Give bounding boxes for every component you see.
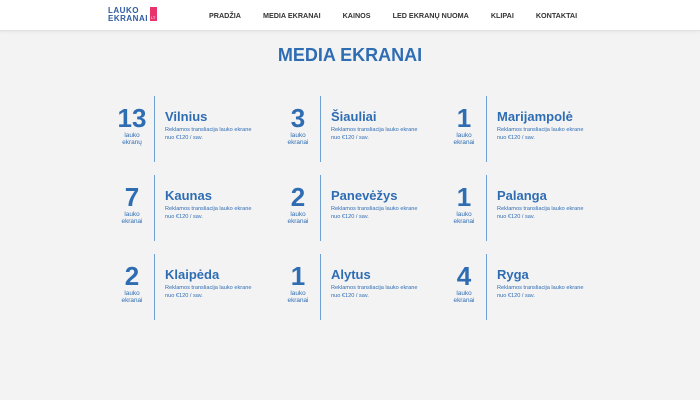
screen-count: 1 lauko ekranai <box>442 175 486 254</box>
city-description: Reklamos transliacija lauko ekrane <box>165 127 252 133</box>
screen-count-number: 4 <box>456 261 472 291</box>
city-card-palanga[interactable]: 1 lauko ekranai Palanga Reklamos transli… <box>442 175 590 254</box>
city-info: Vilnius Reklamos transliacija lauko ekra… <box>155 96 251 175</box>
screen-count-label: lauko ekranai <box>453 290 475 304</box>
city-price: nuo €120 / sav. <box>165 292 203 299</box>
logo-mark: LT <box>149 7 157 21</box>
city-card-vilnius[interactable]: 13 lauko ekranų Vilnius Reklamos transli… <box>110 96 276 175</box>
city-price: nuo €120 / sav. <box>331 292 369 299</box>
city-card-kaunas[interactable]: 7 lauko ekranai Kaunas Reklamos translia… <box>110 175 276 254</box>
city-name[interactable]: Panevėžys <box>331 188 417 203</box>
city-description: Reklamos transliacija lauko ekrane <box>497 127 584 133</box>
logo-line-2: EKRANAI <box>108 14 148 23</box>
screen-count: 7 lauko ekranai <box>110 175 154 254</box>
nav-item-media-ekranai[interactable]: MEDIA EKRANAI <box>263 11 321 20</box>
city-price: nuo €120 / sav. <box>497 134 535 141</box>
city-info: Alytus Reklamos transliacija lauko ekran… <box>321 254 417 333</box>
screen-count-number: 13 <box>117 103 147 133</box>
city-name[interactable]: Vilnius <box>165 109 251 124</box>
header: LAUKO EKRANAI LT PRADŽIA MEDIA EKRANAI K… <box>0 0 700 31</box>
nav-item-kainos[interactable]: KAINOS <box>343 11 371 20</box>
screen-count: 2 lauko ekranai <box>276 175 320 254</box>
screen-count-number: 1 <box>456 182 472 212</box>
city-price: nuo €120 / sav. <box>497 292 535 299</box>
site-logo[interactable]: LAUKO EKRANAI LT <box>108 7 157 23</box>
city-price: nuo €120 / sav. <box>331 134 369 141</box>
city-price: nuo €120 / sav. <box>497 213 535 220</box>
screen-count-number: 2 <box>124 261 140 291</box>
city-info: Šiauliai Reklamos transliacija lauko ekr… <box>321 96 417 175</box>
screen-count-number: 1 <box>456 103 472 133</box>
city-description: Reklamos transliacija lauko ekrane <box>331 127 418 133</box>
screen-count: 1 lauko ekranai <box>276 254 320 333</box>
screen-count-number: 3 <box>290 103 306 133</box>
city-name[interactable]: Alytus <box>331 267 417 282</box>
screen-count-label: lauko ekranai <box>453 132 475 146</box>
logo-mark-text: LT <box>150 15 156 20</box>
city-price: nuo €120 / sav. <box>165 134 203 141</box>
city-info: Marijampolė Reklamos transliacija lauko … <box>487 96 583 175</box>
city-card-marijampole[interactable]: 1 lauko ekranai Marijampolė Reklamos tra… <box>442 96 590 175</box>
nav-item-klipai[interactable]: KLIPAI <box>491 11 514 20</box>
city-card-panevezys[interactable]: 2 lauko ekranai Panevėžys Reklamos trans… <box>276 175 442 254</box>
screen-count-label: lauko ekranai <box>287 290 309 304</box>
screen-count: 4 lauko ekranai <box>442 254 486 333</box>
city-card-siauliai[interactable]: 3 lauko ekranai Šiauliai Reklamos transl… <box>276 96 442 175</box>
screen-count-label: lauko ekranai <box>121 290 143 304</box>
city-info: Ryga Reklamos transliacija lauko ekrane … <box>487 254 583 333</box>
city-description: Reklamos transliacija lauko ekrane <box>165 206 252 212</box>
city-name[interactable]: Klaipėda <box>165 267 251 282</box>
city-card-ryga[interactable]: 4 lauko ekranai Ryga Reklamos transliaci… <box>442 254 590 333</box>
city-name[interactable]: Šiauliai <box>331 109 417 124</box>
city-description: Reklamos transliacija lauko ekrane <box>331 206 418 212</box>
screen-count-number: 1 <box>290 261 306 291</box>
city-description: Reklamos transliacija lauko ekrane <box>497 206 584 212</box>
city-description: Reklamos transliacija lauko ekrane <box>497 285 584 291</box>
city-card-alytus[interactable]: 1 lauko ekranai Alytus Reklamos translia… <box>276 254 442 333</box>
city-info: Palanga Reklamos transliacija lauko ekra… <box>487 175 583 254</box>
city-info: Klaipėda Reklamos transliacija lauko ekr… <box>155 254 251 333</box>
page-title: MEDIA EKRANAI <box>277 45 423 65</box>
city-price: nuo €120 / sav. <box>165 213 203 220</box>
city-name[interactable]: Palanga <box>497 188 583 203</box>
city-name[interactable]: Kaunas <box>165 188 251 203</box>
city-price: nuo €120 / sav. <box>331 213 369 220</box>
city-info: Kaunas Reklamos transliacija lauko ekran… <box>155 175 251 254</box>
city-description: Reklamos transliacija lauko ekrane <box>165 285 252 291</box>
screen-count-label: lauko ekranai <box>287 211 309 225</box>
screen-count-label: lauko ekranai <box>287 132 309 146</box>
city-name[interactable]: Ryga <box>497 267 583 282</box>
city-grid: 13 lauko ekranų Vilnius Reklamos transli… <box>110 96 590 333</box>
screen-count-number: 7 <box>124 182 140 212</box>
logo-text: LAUKO EKRANAI <box>108 7 148 23</box>
nav-item-led-ekranu-nuoma[interactable]: LED EKRANŲ NUOMA <box>393 11 469 20</box>
screen-count-label: lauko ekranai <box>453 211 475 225</box>
screen-count: 1 lauko ekranai <box>442 96 486 175</box>
screen-count: 3 lauko ekranai <box>276 96 320 175</box>
city-description: Reklamos transliacija lauko ekrane <box>331 285 418 291</box>
main-nav: PRADŽIA MEDIA EKRANAI KAINOS LED EKRANŲ … <box>209 0 599 30</box>
screen-count: 13 lauko ekranų <box>110 96 154 175</box>
screen-count-number: 2 <box>290 182 306 212</box>
screen-count-label: lauko ekranai <box>121 211 143 225</box>
city-info: Panevėžys Reklamos transliacija lauko ek… <box>321 175 417 254</box>
city-card-klaipeda[interactable]: 2 lauko ekranai Klaipėda Reklamos transl… <box>110 254 276 333</box>
nav-item-kontaktai[interactable]: KONTAKTAI <box>536 11 577 20</box>
screen-count: 2 lauko ekranai <box>110 254 154 333</box>
nav-item-pradzia[interactable]: PRADŽIA <box>209 11 241 20</box>
screen-count-label: lauko ekranų <box>122 132 142 146</box>
city-name[interactable]: Marijampolė <box>497 109 583 124</box>
